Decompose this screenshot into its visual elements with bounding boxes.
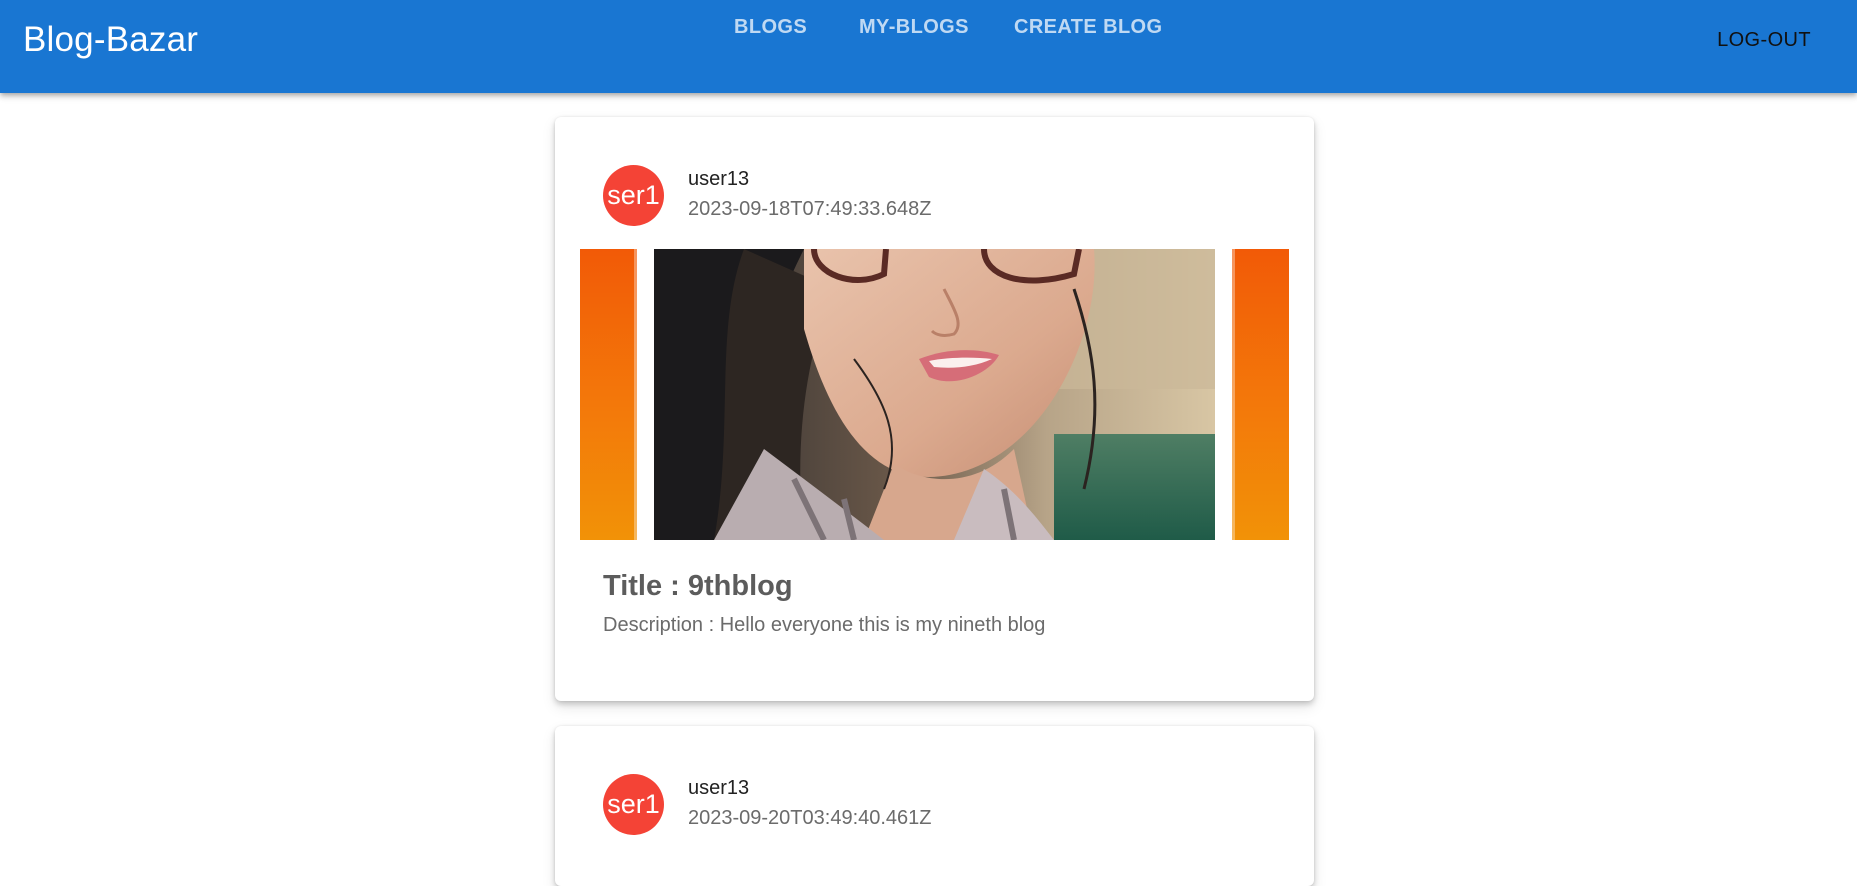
image-border-left xyxy=(580,249,637,540)
blog-title: Title : 9thblog xyxy=(603,570,793,602)
tab-create-blog[interactable]: CREATE BLOG xyxy=(1014,14,1162,40)
tab-my-blogs[interactable]: MY-BLOGS xyxy=(859,14,969,40)
blog-description: Description : Hello everyone this is my … xyxy=(603,614,1046,636)
author-name: user13 xyxy=(688,777,750,799)
app-bar: Blog-Bazar BLOGS MY-BLOGS CREATE BLOG LO… xyxy=(0,0,1857,93)
tab-blogs[interactable]: BLOGS xyxy=(734,14,807,40)
blog-photo xyxy=(654,249,1215,540)
brand-logo[interactable]: Blog-Bazar xyxy=(23,20,198,60)
avatar: ser1 xyxy=(603,774,664,835)
logout-button[interactable]: LOG-OUT xyxy=(1717,29,1811,52)
blog-card: ser1 user13 2023-09-18T07:49:33.648Z Tit… xyxy=(555,117,1314,701)
post-date: 2023-09-18T07:49:33.648Z xyxy=(688,198,932,220)
post-date: 2023-09-20T03:49:40.461Z xyxy=(688,807,932,829)
image-border-right xyxy=(1232,249,1289,540)
avatar: ser1 xyxy=(603,165,664,226)
blog-card: ser1 user13 2023-09-20T03:49:40.461Z xyxy=(555,726,1314,886)
author-name: user13 xyxy=(688,168,750,190)
blog-image xyxy=(580,249,1289,540)
